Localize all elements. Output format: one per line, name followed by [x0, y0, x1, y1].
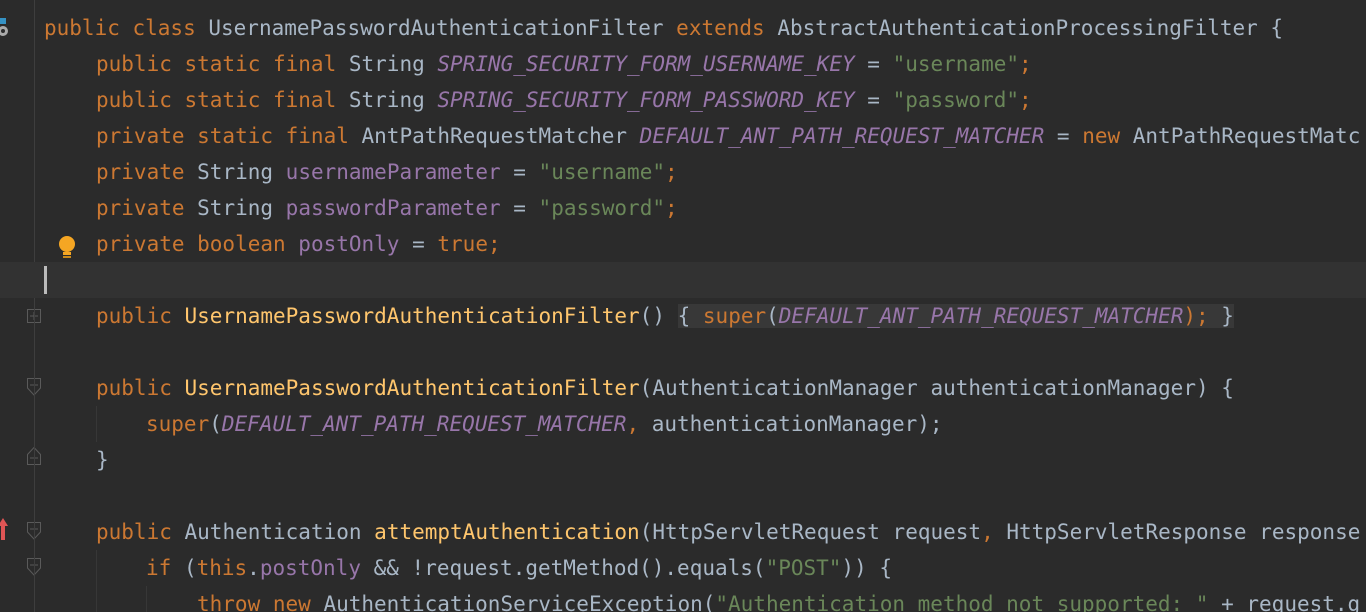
code-token: usernameParameter: [285, 160, 501, 184]
code-token: this: [196, 556, 248, 580]
code-token: postOnly: [259, 556, 361, 580]
code-token: "password": [892, 88, 1019, 112]
code-line[interactable]: public static final String SPRING_SECURI…: [0, 46, 1366, 82]
code-token: =: [399, 232, 438, 256]
code-line[interactable]: private static final AntPathRequestMatch…: [0, 118, 1366, 154]
code-token: "username": [538, 160, 665, 184]
code-token: public class: [44, 16, 209, 40]
code-token: ,: [626, 412, 652, 436]
code-line[interactable]: public static final String SPRING_SECURI…: [0, 82, 1366, 118]
code-token: throw new: [197, 592, 324, 612]
code-token: AntPathRequestMatc: [1132, 124, 1361, 148]
code-line[interactable]: throw new AuthenticationServiceException…: [0, 586, 1366, 612]
code-token: .: [247, 556, 260, 580]
code-token: ,: [981, 520, 1007, 544]
code-token: {: [677, 304, 703, 328]
code-token: ;: [664, 196, 678, 220]
code-line[interactable]: private String usernameParameter = "user…: [0, 154, 1366, 190]
code-token: =: [854, 88, 893, 112]
code-line[interactable]: public Authentication attemptAuthenticat…: [0, 514, 1366, 550]
code-token: attemptAuthentication: [374, 520, 640, 544]
code-token: super: [146, 412, 210, 436]
code-token: private: [96, 196, 198, 220]
code-token: + request.g: [1208, 592, 1361, 612]
text-caret: [44, 266, 47, 294]
code-token: (): [639, 304, 678, 328]
code-line[interactable]: }: [0, 442, 1366, 478]
code-token: );: [1183, 304, 1209, 328]
code-token: HttpServletResponse response: [1006, 520, 1361, 544]
code-token: public: [96, 304, 185, 328]
code-token: extends: [676, 16, 778, 40]
code-token: public static final: [96, 52, 349, 76]
code-token: ;: [1019, 52, 1032, 76]
code-token: (AuthenticationManager authenticationMan…: [639, 376, 1234, 400]
code-token: private: [96, 160, 198, 184]
code-line[interactable]: public class UsernamePasswordAuthenticat…: [0, 10, 1366, 46]
code-token: "password": [538, 196, 665, 220]
code-token: public static final: [96, 88, 349, 112]
code-token: DEFAULT_ANT_PATH_REQUEST_MATCHER: [221, 412, 627, 436]
code-token: }: [96, 448, 109, 472]
code-token: passwordParameter: [285, 196, 501, 220]
code-line[interactable]: super(DEFAULT_ANT_PATH_REQUEST_MATCHER, …: [0, 406, 1366, 442]
code-token: AuthenticationServiceException(: [323, 592, 716, 612]
code-token: =: [1044, 124, 1083, 148]
code-token: private boolean: [96, 232, 299, 256]
code-token: public: [96, 376, 185, 400]
code-line[interactable]: private boolean postOnly = true;: [0, 226, 1366, 262]
code-token: authenticationManager);: [651, 412, 943, 436]
code-token: ;: [1019, 88, 1032, 112]
code-token: "username": [892, 52, 1019, 76]
code-token: ;: [487, 232, 501, 256]
code-token: }: [1208, 304, 1234, 328]
code-token: Authentication: [184, 520, 375, 544]
folded-region[interactable]: { super(DEFAULT_ANT_PATH_REQUEST_MATCHER…: [677, 304, 1234, 328]
code-editor[interactable]: public class UsernamePasswordAuthenticat…: [0, 0, 1366, 612]
code-token: super: [702, 304, 767, 328]
code-token: && !request.getMethod().equals(: [360, 556, 766, 580]
code-token: DEFAULT_ANT_PATH_REQUEST_MATCHER: [778, 304, 1184, 328]
code-token: public: [96, 520, 185, 544]
code-token: String: [348, 52, 438, 76]
code-token: String: [197, 196, 286, 220]
code-token: =: [500, 196, 539, 220]
code-token: =: [500, 160, 539, 184]
code-token: SPRING_SECURITY_FORM_USERNAME_KEY: [437, 52, 855, 76]
code-line[interactable]: public UsernamePasswordAuthenticationFil…: [0, 298, 1366, 334]
code-token: UsernamePasswordAuthenticationFilter: [208, 16, 677, 40]
code-line[interactable]: private String passwordParameter = "pass…: [0, 190, 1366, 226]
code-line[interactable]: if (this.postOnly && !request.getMethod(…: [0, 550, 1366, 586]
code-token: SPRING_SECURITY_FORM_PASSWORD_KEY: [437, 88, 855, 112]
code-token: (: [209, 412, 222, 436]
code-token: UsernamePasswordAuthenticationFilter: [184, 376, 640, 400]
code-token: if: [146, 556, 184, 580]
code-token: private static final: [96, 124, 362, 148]
code-token: )) {: [841, 556, 892, 580]
code-area[interactable]: public class UsernamePasswordAuthenticat…: [0, 0, 1366, 612]
code-token: "POST": [765, 556, 842, 580]
code-line[interactable]: public UsernamePasswordAuthenticationFil…: [0, 370, 1366, 406]
code-token: (: [183, 556, 197, 580]
code-token: AbstractAuthenticationProcessingFilter {: [777, 16, 1284, 40]
code-token: (HttpServletRequest request: [639, 520, 982, 544]
code-token: ;: [664, 160, 678, 184]
code-token: true: [437, 232, 488, 256]
current-line[interactable]: [0, 262, 1366, 298]
code-token: (: [766, 304, 779, 328]
code-token: DEFAULT_ANT_PATH_REQUEST_MATCHER: [639, 124, 1045, 148]
code-token: =: [854, 52, 893, 76]
code-token: "Authentication method not supported: ": [715, 592, 1209, 612]
code-token: UsernamePasswordAuthenticationFilter: [184, 304, 640, 328]
code-token: String: [348, 88, 438, 112]
code-token: AntPathRequestMatcher: [361, 124, 640, 148]
code-token: String: [197, 160, 286, 184]
code-token: postOnly: [298, 232, 400, 256]
code-token: new: [1082, 124, 1133, 148]
